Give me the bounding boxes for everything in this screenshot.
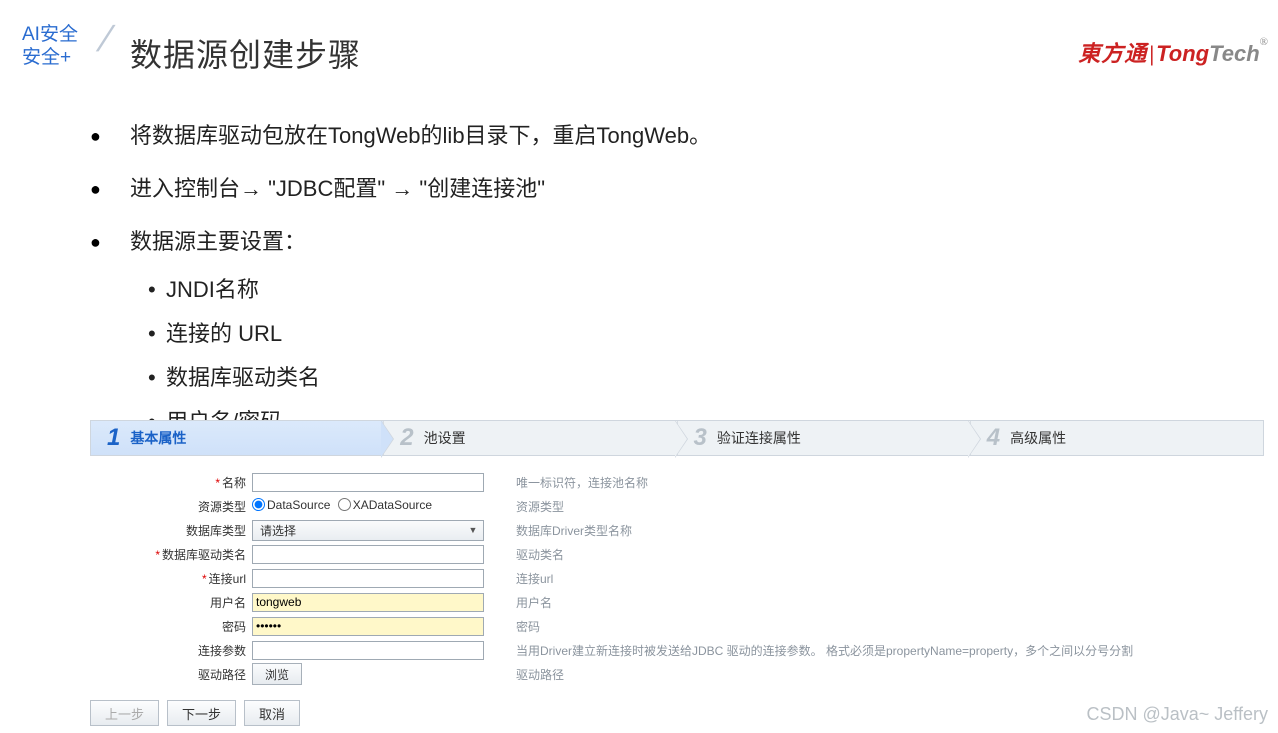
step-4-num: 4 <box>987 424 1000 452</box>
bullet-2: 进入控制台→ "JDBC配置" → "创建连接池" <box>90 171 1198 206</box>
top-left-line2: 安全+ <box>22 47 78 70</box>
hint-connprops: 当用Driver建立新连接时被发送给JDBC 驱动的连接参数。 格式必须是pro… <box>516 642 1133 659</box>
top-left-line1: AI安全 <box>22 24 78 47</box>
label-password: 密码 <box>222 620 246 634</box>
user-input[interactable] <box>252 593 484 612</box>
step-3-num: 3 <box>694 424 707 452</box>
watermark: CSDN @Java~ Jeffery <box>1086 704 1268 725</box>
radio-xadatasource[interactable]: XADataSource <box>338 498 432 512</box>
url-input[interactable] <box>252 569 484 588</box>
slide-content: 将数据库驱动包放在TongWeb的lib目录下，重启TongWeb。 进入控制台… <box>90 100 1198 462</box>
logo-registered-icon: ® <box>1260 36 1268 48</box>
step-2[interactable]: 2 池设置 <box>383 421 676 455</box>
radio-datasource[interactable]: DataSource <box>252 498 330 512</box>
logo-en2: Tech <box>1209 41 1260 66</box>
page-title: 数据源创建步骤 <box>130 30 361 76</box>
hint-password: 密码 <box>516 618 540 635</box>
connprops-input[interactable] <box>252 641 484 660</box>
label-restype: 资源类型 <box>198 500 246 514</box>
step-4-label: 高级属性 <box>1010 428 1066 448</box>
next-button[interactable]: 下一步 <box>167 700 236 726</box>
logo-separator-icon: | <box>1149 41 1154 66</box>
subbullet-3: •数据库驱动类名 <box>148 356 1198 400</box>
label-driverclass: 数据库驱动类名 <box>162 548 246 562</box>
hint-driverpath: 驱动路径 <box>516 666 564 683</box>
hint-driverclass: 驱动类名 <box>516 546 564 563</box>
footer-buttons: 上一步 下一步 取消 <box>90 700 300 726</box>
step-1-num: 1 <box>107 424 120 452</box>
driverclass-input[interactable] <box>252 545 484 564</box>
dbtype-select[interactable]: 请选择 ▼ <box>252 520 484 541</box>
step-3-label: 验证连接属性 <box>717 428 801 448</box>
label-user: 用户名 <box>210 596 246 610</box>
label-url: 连接url <box>209 572 246 586</box>
password-input[interactable] <box>252 617 484 636</box>
hint-restype: 资源类型 <box>516 498 564 515</box>
name-input[interactable] <box>252 473 484 492</box>
logo-en1: Tong <box>1156 41 1209 66</box>
hint-name: 唯一标识符，连接池名称 <box>516 474 648 491</box>
browse-button[interactable]: 浏览 <box>252 663 302 685</box>
bullet-3-text: 数据源主要设置： <box>130 229 306 254</box>
cancel-button[interactable]: 取消 <box>244 700 300 726</box>
chevron-down-icon: ▼ <box>466 525 480 535</box>
hint-url: 连接url <box>516 570 553 587</box>
step-4[interactable]: 4 高级属性 <box>970 421 1263 455</box>
label-name: 名称 <box>222 476 246 490</box>
form-fields: *名称 唯一标识符，连接池名称 资源类型 DataSource XADataSo… <box>100 470 1264 686</box>
bullet-1: 将数据库驱动包放在TongWeb的lib目录下，重启TongWeb。 <box>90 118 1198 153</box>
step-3[interactable]: 3 验证连接属性 <box>677 421 970 455</box>
subbullet-2: •连接的 URL <box>148 312 1198 356</box>
title-slash-icon: / <box>96 18 113 60</box>
step-2-num: 2 <box>400 424 413 452</box>
hint-user: 用户名 <box>516 594 552 611</box>
top-left-badge: AI安全 安全+ <box>22 24 78 70</box>
logo-cn: 東方通 <box>1078 41 1147 66</box>
bullet-3: 数据源主要设置： •JNDI名称 •连接的 URL •数据库驱动类名 •用户名/… <box>90 224 1198 443</box>
step-1[interactable]: 1 基本属性 <box>91 421 383 455</box>
label-dbtype: 数据库类型 <box>186 524 246 538</box>
prev-button[interactable]: 上一步 <box>90 700 159 726</box>
brand-logo: 東方通|TongTech® <box>1078 36 1268 68</box>
hint-dbtype: 数据库Driver类型名称 <box>516 522 632 539</box>
step-2-label: 池设置 <box>424 428 466 448</box>
wizard-steps: 1 基本属性 2 池设置 3 验证连接属性 4 高级属性 <box>90 420 1264 456</box>
dbtype-select-text: 请选择 <box>256 522 296 539</box>
subbullet-1: •JNDI名称 <box>148 268 1198 312</box>
label-driverpath: 驱动路径 <box>198 668 246 682</box>
label-connprops: 连接参数 <box>198 644 246 658</box>
form-panel: 1 基本属性 2 池设置 3 验证连接属性 4 高级属性 *名称 <box>90 420 1264 686</box>
step-1-label: 基本属性 <box>130 428 186 448</box>
